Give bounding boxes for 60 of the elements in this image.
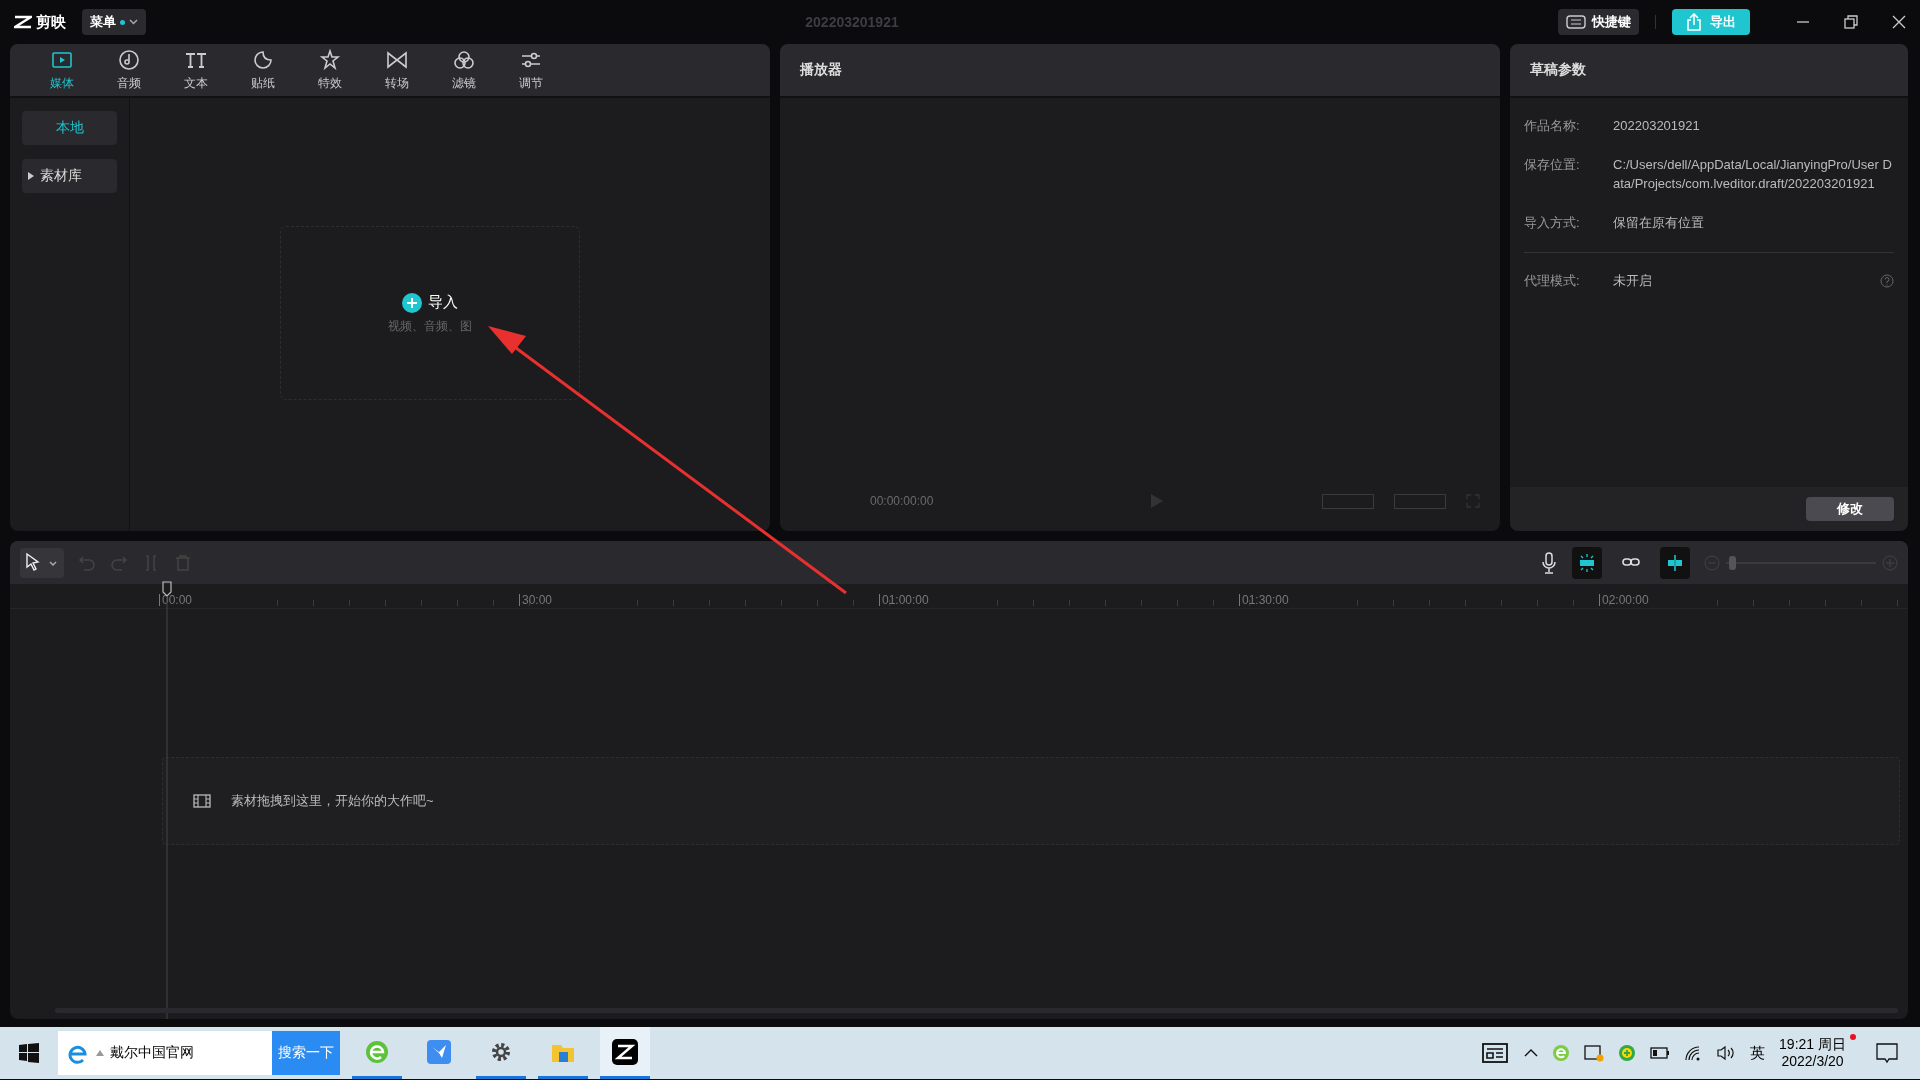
audio-tab[interactable]: 音频 [95, 44, 162, 96]
import-hint: 视频、音频、图 [388, 317, 472, 335]
transition-tab[interactable]: 转场 [363, 44, 430, 96]
field-label: 保存位置: [1524, 156, 1581, 174]
player-title: 播放器 [800, 61, 842, 79]
shortcuts-button[interactable]: 快捷键 [1558, 9, 1639, 35]
plus-icon[interactable] [402, 292, 422, 313]
edit-button[interactable]: 修改 [1806, 497, 1894, 521]
adjust-tab[interactable]: 调节 [497, 44, 564, 96]
field-value: 保留在原有位置 [1613, 214, 1705, 232]
clock-date: 2022/3/20 [1780, 1053, 1845, 1070]
volume-icon[interactable] [1716, 1045, 1737, 1061]
field-value: 202203201921 [1613, 117, 1701, 135]
field-label: 代理模式: [1524, 272, 1581, 290]
tab-icon[interactable] [317, 48, 342, 72]
field-value: C:/Users/dell/AppData/Local/JianyingPro/User Data/Projects/com.lveditor.draft/202203201921 [1613, 156, 1893, 193]
chevron-up-icon[interactable] [1524, 1048, 1539, 1058]
field-label: 导入方式: [1524, 214, 1581, 232]
close-icon[interactable] [1892, 15, 1906, 29]
drop-hint: 素材拖拽到这里，开始你的大作吧~ [231, 792, 434, 810]
help-icon[interactable] [1880, 273, 1894, 288]
start-icon[interactable] [19, 1043, 39, 1063]
ruler-time-label: 00:00 [161, 594, 194, 606]
microphone-icon[interactable] [1540, 551, 1558, 574]
tab-icon[interactable] [451, 48, 476, 72]
ruler-time-label: 01:00:00 [881, 594, 930, 606]
filter-tab[interactable]: 滤镜 [430, 44, 497, 96]
ruler-time-label: 01:30:00 [1241, 594, 1290, 606]
slider-thumb[interactable] [1729, 555, 1736, 570]
app-name: 剪映 [36, 12, 66, 32]
search-text: 戴尔中国官网 [110, 1044, 194, 1062]
notification-icon[interactable] [1876, 1042, 1898, 1064]
news-icon[interactable] [1482, 1043, 1511, 1063]
timecode: 00:00:00:00 [870, 494, 935, 508]
sync-tray-icon[interactable] [1584, 1044, 1605, 1062]
video-editor-app-icon[interactable] [600, 1027, 650, 1079]
text-tab[interactable]: 文本 [162, 44, 229, 96]
battery-icon[interactable] [1650, 1047, 1671, 1059]
effects-tab[interactable]: 特效 [296, 44, 363, 96]
sticker-tab[interactable]: 贴纸 [229, 44, 296, 96]
import-button[interactable]: 导入 [396, 291, 464, 314]
caret-icon[interactable] [129, 19, 138, 25]
field-value: 未开启 [1613, 272, 1653, 290]
panel-title: 草稿参数 [1530, 61, 1586, 79]
clock-time: 19:21 周日 [1779, 1036, 1846, 1053]
media-tab[interactable]: 媒体 [28, 44, 95, 96]
menu-button[interactable]: 菜单 [82, 9, 146, 35]
track-drop-zone[interactable]: 素材拖拽到这里，开始你的大作吧~ [162, 757, 1900, 845]
app-logo-icon [14, 15, 32, 29]
sidebar-item[interactable]: 素材库 [22, 159, 117, 193]
caret-icon[interactable] [28, 172, 34, 180]
film-icon [193, 794, 211, 808]
ruler-time-label: 02:00:00 [1601, 594, 1650, 606]
restore-icon[interactable] [1844, 15, 1858, 29]
field-label: 作品名称: [1524, 117, 1581, 135]
input-method-indicator[interactable]: 英 [1750, 1043, 1766, 1063]
tab-icon[interactable] [116, 48, 141, 72]
ruler-time-label: 30:00 [521, 594, 554, 606]
sidebar-item[interactable]: 本地 [22, 111, 117, 145]
keyboard-icon[interactable] [1566, 15, 1586, 29]
